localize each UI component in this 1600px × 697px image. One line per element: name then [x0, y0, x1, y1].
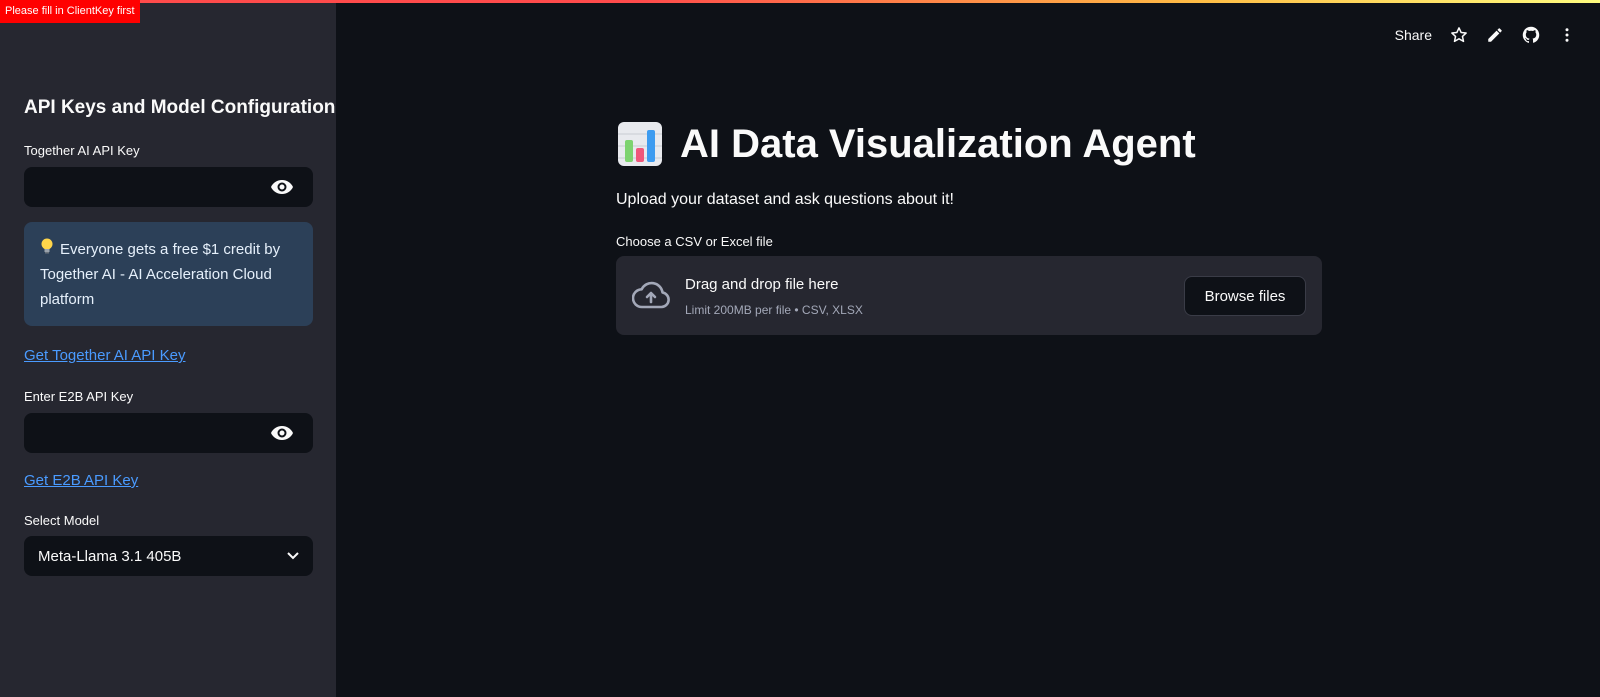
model-select[interactable]: Meta-Llama 3.1 405B: [24, 536, 313, 576]
dropzone-hint: Limit 200MB per file • CSV, XLSX: [685, 303, 863, 317]
lightbulb-icon: [40, 237, 56, 262]
file-upload-label: Choose a CSV or Excel file: [616, 234, 773, 249]
credit-info-text: Everyone gets a free $1 credit by Togeth…: [40, 241, 281, 308]
pencil-icon[interactable]: [1486, 26, 1504, 44]
page-subtitle: Upload your dataset and ask questions ab…: [616, 191, 954, 208]
github-icon[interactable]: [1522, 26, 1540, 44]
get-together-api-key-link[interactable]: Get Together AI API Key: [24, 347, 186, 364]
title-row: AI Data Visualization Agent: [616, 120, 1196, 168]
credit-info-box: Everyone gets a free $1 credit by Togeth…: [24, 222, 313, 326]
page-title: AI Data Visualization Agent: [680, 121, 1196, 166]
together-api-key-label: Together AI API Key: [24, 143, 140, 158]
get-e2b-api-key-link[interactable]: Get E2B API Key: [24, 472, 138, 489]
bar-chart-icon: [618, 122, 662, 166]
chevron-down-icon: [287, 552, 299, 560]
file-dropzone[interactable]: Drag and drop file here Limit 200MB per …: [616, 256, 1322, 335]
cloud-upload-icon: [632, 281, 670, 309]
select-model-label: Select Model: [24, 513, 100, 528]
share-button[interactable]: Share: [1395, 27, 1432, 43]
header-toolbar: Share: [1395, 26, 1576, 44]
star-icon[interactable]: [1450, 26, 1468, 44]
e2b-api-key-label: Enter E2B API Key: [24, 389, 134, 404]
eye-icon[interactable]: [271, 426, 293, 440]
more-vertical-icon[interactable]: [1558, 26, 1576, 44]
sidebar-title: API Keys and Model Configuration: [24, 97, 336, 118]
model-select-value: Meta-Llama 3.1 405B: [38, 547, 182, 565]
e2b-api-key-input[interactable]: [24, 413, 313, 453]
browse-files-button[interactable]: Browse files: [1184, 276, 1306, 316]
together-api-key-input[interactable]: [24, 167, 313, 207]
dropzone-title: Drag and drop file here: [685, 276, 839, 293]
sidebar: API Keys and Model Configuration Togethe…: [0, 0, 336, 697]
error-badge: Please fill in ClientKey first: [0, 0, 140, 23]
top-decoration-bar: [0, 0, 1600, 3]
eye-icon[interactable]: [271, 180, 293, 194]
